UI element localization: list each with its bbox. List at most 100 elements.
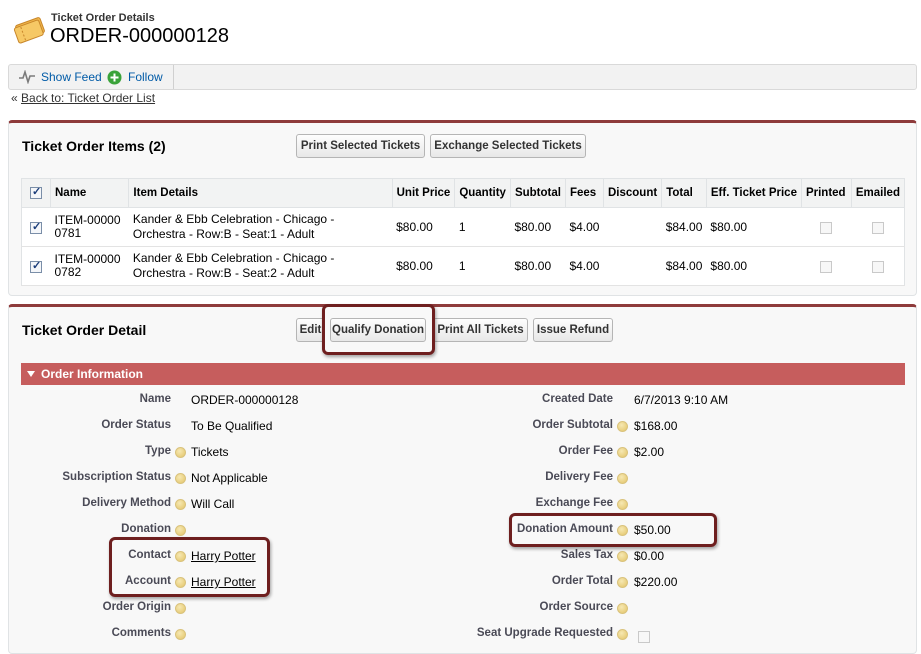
subtotal-cell: $80.00 bbox=[510, 246, 566, 286]
field-label-name: Name bbox=[139, 393, 171, 405]
field-value-order-status: To Be Qualified bbox=[191, 419, 273, 433]
breadcrumb: « Back to: Ticket Order List bbox=[11, 91, 155, 105]
ticket-items-table: Name Item Details Unit Price Quantity Su… bbox=[21, 178, 906, 286]
emailed-checkbox bbox=[871, 221, 884, 234]
field-label-order-source: Order Source bbox=[539, 601, 614, 613]
quantity-cell: 1 bbox=[454, 246, 511, 286]
column-header: Eff. Ticket Price bbox=[705, 178, 802, 208]
discount-cell bbox=[603, 246, 662, 286]
column-header: Emailed bbox=[850, 178, 906, 208]
help-icon[interactable] bbox=[617, 525, 628, 536]
edit-button[interactable]: Edit bbox=[296, 318, 325, 342]
select-all-checkbox[interactable] bbox=[30, 185, 42, 199]
field-label-created-date: Created Date bbox=[542, 393, 613, 405]
field-label-delivery-fee: Delivery Fee bbox=[545, 471, 613, 483]
discount-cell bbox=[603, 207, 662, 247]
field-label-order-total: Order Total bbox=[551, 575, 613, 587]
order-information-section-header[interactable]: Order Information bbox=[21, 363, 905, 385]
help-icon[interactable] bbox=[175, 447, 186, 458]
detail-panel-title: Ticket Order Detail bbox=[22, 322, 147, 338]
column-header: Unit Price bbox=[391, 178, 456, 208]
help-icon[interactable] bbox=[617, 499, 628, 510]
table-row: ITEM-000000782 Kander & Ebb Celebration … bbox=[21, 246, 905, 286]
field-label-contact: Contact bbox=[128, 549, 171, 561]
help-icon[interactable] bbox=[175, 499, 186, 510]
item-name-cell: ITEM-000000782 bbox=[50, 246, 129, 286]
item-name-cell: ITEM-000000781 bbox=[50, 207, 129, 247]
ticket-icon bbox=[13, 17, 45, 44]
field-value-sales-tax: $0.00 bbox=[634, 549, 665, 563]
toolbar-divider bbox=[173, 65, 174, 89]
help-icon[interactable] bbox=[175, 473, 186, 484]
column-header: Quantity bbox=[454, 178, 511, 208]
help-icon[interactable] bbox=[617, 421, 628, 432]
plus-circle-icon bbox=[107, 70, 122, 84]
eff-price-cell: $80.00 bbox=[706, 207, 802, 247]
help-icon[interactable] bbox=[617, 551, 628, 562]
help-icon[interactable] bbox=[175, 551, 186, 562]
field-value-created-date: 6/7/2013 9:10 AM bbox=[634, 393, 729, 407]
field-label-order-fee: Order Fee bbox=[558, 445, 613, 457]
column-header: Name bbox=[49, 178, 130, 208]
help-icon[interactable] bbox=[175, 603, 186, 614]
page-subtitle: Ticket Order Details bbox=[51, 12, 155, 24]
help-icon[interactable] bbox=[175, 577, 186, 588]
column-header: Discount bbox=[602, 178, 663, 208]
back-to-list-link[interactable]: Back to: Ticket Order List bbox=[21, 91, 155, 105]
emailed-checkbox bbox=[871, 260, 884, 273]
subtotal-cell: $80.00 bbox=[510, 207, 566, 247]
column-header: Total bbox=[661, 178, 707, 208]
item-details-cell: Kander & Ebb Celebration - Chicago - Orc… bbox=[128, 246, 393, 286]
help-icon[interactable] bbox=[617, 447, 628, 458]
field-label-seat-upgrade-requested: Seat Upgrade Requested bbox=[476, 627, 613, 639]
items-panel-title: Ticket Order Items (2) bbox=[22, 138, 166, 154]
printed-cell bbox=[801, 207, 852, 247]
printed-cell bbox=[801, 246, 852, 286]
field-value-name: ORDER-000000128 bbox=[191, 393, 299, 407]
table-row: ITEM-000000781 Kander & Ebb Celebration … bbox=[21, 207, 905, 247]
issue-refund-button[interactable]: Issue Refund bbox=[533, 318, 613, 342]
show-feed-button[interactable]: Show Feed bbox=[19, 65, 102, 89]
emailed-cell bbox=[851, 207, 905, 247]
row-checkbox[interactable] bbox=[30, 259, 42, 273]
field-label-sales-tax: Sales Tax bbox=[560, 549, 613, 561]
field-label-order-status: Order Status bbox=[101, 419, 171, 431]
field-label-donation: Donation bbox=[121, 523, 171, 535]
total-cell: $84.00 bbox=[661, 246, 707, 286]
fees-cell: $4.00 bbox=[565, 207, 604, 247]
help-icon[interactable] bbox=[175, 525, 186, 536]
field-label-subscription-status: Subscription Status bbox=[62, 471, 171, 483]
follow-button[interactable]: Follow bbox=[107, 65, 163, 89]
help-icon[interactable] bbox=[617, 577, 628, 588]
table-header-row: Name Item Details Unit Price Quantity Su… bbox=[21, 178, 906, 208]
row-checkbox[interactable] bbox=[30, 220, 42, 234]
help-icon[interactable] bbox=[617, 629, 628, 640]
print-selected-tickets-button[interactable]: Print Selected Tickets bbox=[296, 134, 425, 158]
field-label-delivery-method: Delivery Method bbox=[82, 497, 171, 509]
row-select-cell bbox=[21, 207, 51, 247]
help-icon[interactable] bbox=[175, 629, 186, 640]
column-header: Subtotal bbox=[509, 178, 566, 208]
field-value-order-total: $220.00 bbox=[634, 575, 678, 589]
exchange-selected-tickets-button[interactable]: Exchange Selected Tickets bbox=[430, 134, 586, 158]
quantity-cell: 1 bbox=[454, 207, 511, 247]
unit-price-cell: $80.00 bbox=[392, 246, 455, 286]
column-header: Fees bbox=[564, 178, 604, 208]
collapse-triangle-icon bbox=[27, 371, 35, 377]
field-label-donation-amount: Donation Amount bbox=[516, 523, 613, 535]
unit-price-cell: $80.00 bbox=[392, 207, 455, 247]
account-link[interactable]: Harry Potter bbox=[191, 575, 256, 589]
item-details-cell: Kander & Ebb Celebration - Chicago - Orc… bbox=[128, 207, 393, 247]
eff-price-cell: $80.00 bbox=[706, 246, 802, 286]
help-icon[interactable] bbox=[617, 473, 628, 484]
contact-link[interactable]: Harry Potter bbox=[191, 549, 256, 563]
help-icon[interactable] bbox=[617, 603, 628, 614]
field-label-account: Account bbox=[125, 575, 171, 587]
print-all-tickets-button[interactable]: Print All Tickets bbox=[433, 318, 528, 342]
column-header: Printed bbox=[800, 178, 852, 208]
follow-label: Follow bbox=[128, 70, 163, 84]
field-label-type: Type bbox=[145, 445, 171, 457]
printed-checkbox bbox=[820, 260, 833, 273]
pulse-icon bbox=[19, 70, 35, 84]
qualify-donation-button[interactable]: Qualify Donation bbox=[330, 318, 426, 342]
